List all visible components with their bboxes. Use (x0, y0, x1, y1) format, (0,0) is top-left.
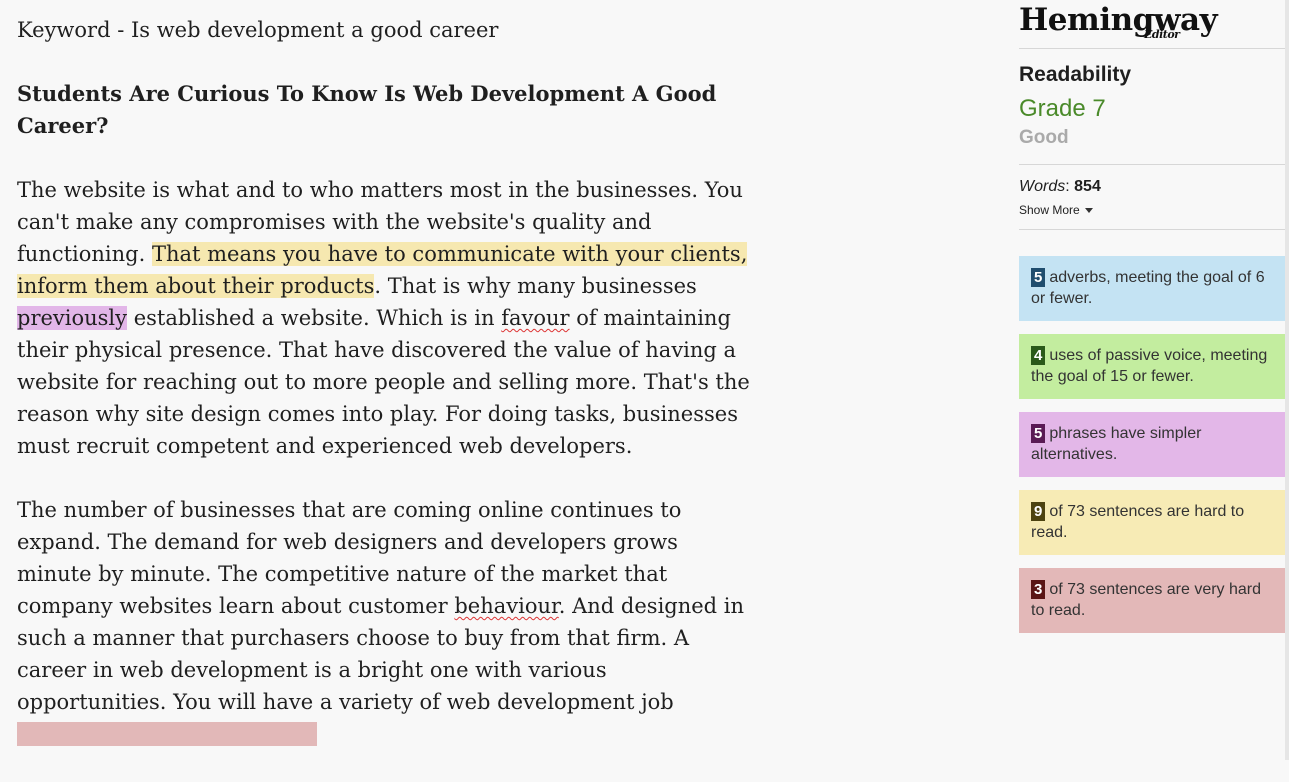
very-hard-card-text: of 73 sentences are very hard to read. (1031, 581, 1262, 619)
adverbs-count-badge: 5 (1031, 268, 1046, 287)
divider (1019, 164, 1285, 165)
hard-card-text: of 73 sentences are hard to read. (1031, 503, 1245, 541)
editor-text-area[interactable]: Keyword - Is web development a good care… (17, 14, 752, 782)
chevron-down-icon (1084, 207, 1093, 213)
grade-rating: Good (1019, 127, 1069, 148)
adverbs-card[interactable]: 5 adverbs, meeting the goal of 6 or fewer… (1019, 256, 1285, 321)
show-more-button[interactable]: Show More (1019, 202, 1093, 218)
simpler-count-badge: 5 (1031, 424, 1046, 443)
article-heading: Students Are Curious To Know Is Web Deve… (17, 81, 717, 138)
scrollbar[interactable] (1285, 0, 1289, 760)
spelling-error-word[interactable]: behaviour (454, 594, 558, 618)
hard-count-badge: 9 (1031, 502, 1046, 521)
divider (1019, 229, 1285, 230)
passive-card-text: uses of passive voice, meeting the goal … (1031, 347, 1268, 385)
adverbs-card-text: adverbs, meeting the goal of 6 or fewer. (1031, 269, 1265, 307)
words-colon: : (1065, 178, 1070, 195)
grade-level: Grade 7 (1019, 95, 1106, 122)
words-count: 854 (1074, 178, 1101, 195)
word-count: Words: 854 (1019, 176, 1285, 198)
logo-subtitle: Editor (1144, 28, 1180, 41)
show-more-label: Show More (1019, 203, 1080, 217)
p1-text: established a website. Which is in (127, 306, 502, 330)
divider (1019, 48, 1285, 49)
logo-text: Hemingway (1019, 2, 1218, 38)
very-hard-sentence-highlight[interactable] (17, 722, 318, 746)
sidebar: Hemingway Editor Readability Grade 7 Goo… (1019, 0, 1285, 646)
simpler-alternatives-card[interactable]: 5 phrases have simpler alternatives. (1019, 412, 1285, 477)
simpler-alternative-highlight[interactable]: previously (17, 306, 128, 330)
spelling-error-word[interactable]: favour (501, 306, 569, 330)
words-label: Words (1019, 178, 1066, 195)
passive-count-badge: 4 (1031, 346, 1046, 365)
readability-title: Readability (1019, 63, 1132, 86)
passive-voice-card[interactable]: 4 uses of passive voice, meeting the goal… (1019, 334, 1285, 399)
stats-cards: 5 adverbs, meeting the goal of 6 or fewer… (1019, 256, 1285, 633)
paragraph-2: The number of businesses that are coming… (17, 494, 752, 750)
very-hard-count-badge: 3 (1031, 580, 1046, 599)
paragraph-1: The website is what and to who matters m… (17, 174, 752, 462)
hemingway-logo: Hemingway Editor (1019, 0, 1285, 48)
hard-sentences-card[interactable]: 9 of 73 sentences are hard to read. (1019, 490, 1285, 555)
keyword-line: Keyword - Is web development a good care… (17, 18, 499, 42)
simpler-card-text: phrases have simpler alternatives. (1031, 425, 1202, 463)
p1-text: . That is why many businesses (374, 274, 697, 298)
very-hard-sentences-card[interactable]: 3 of 73 sentences are very hard to read. (1019, 568, 1285, 633)
